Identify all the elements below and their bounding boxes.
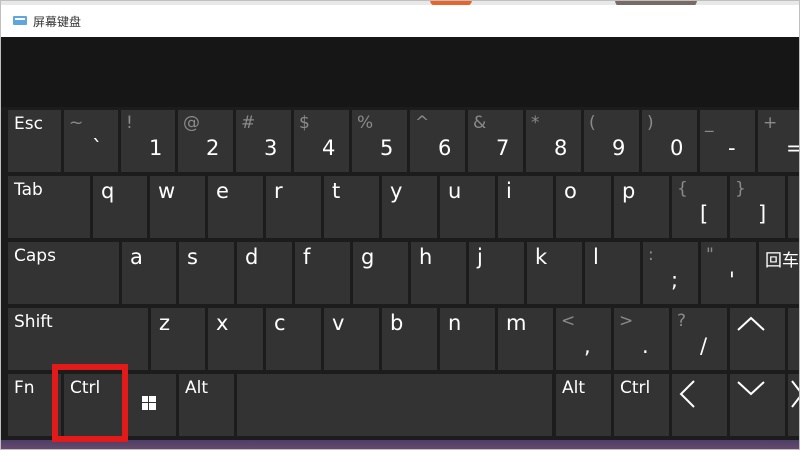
window-border	[0, 0, 800, 450]
